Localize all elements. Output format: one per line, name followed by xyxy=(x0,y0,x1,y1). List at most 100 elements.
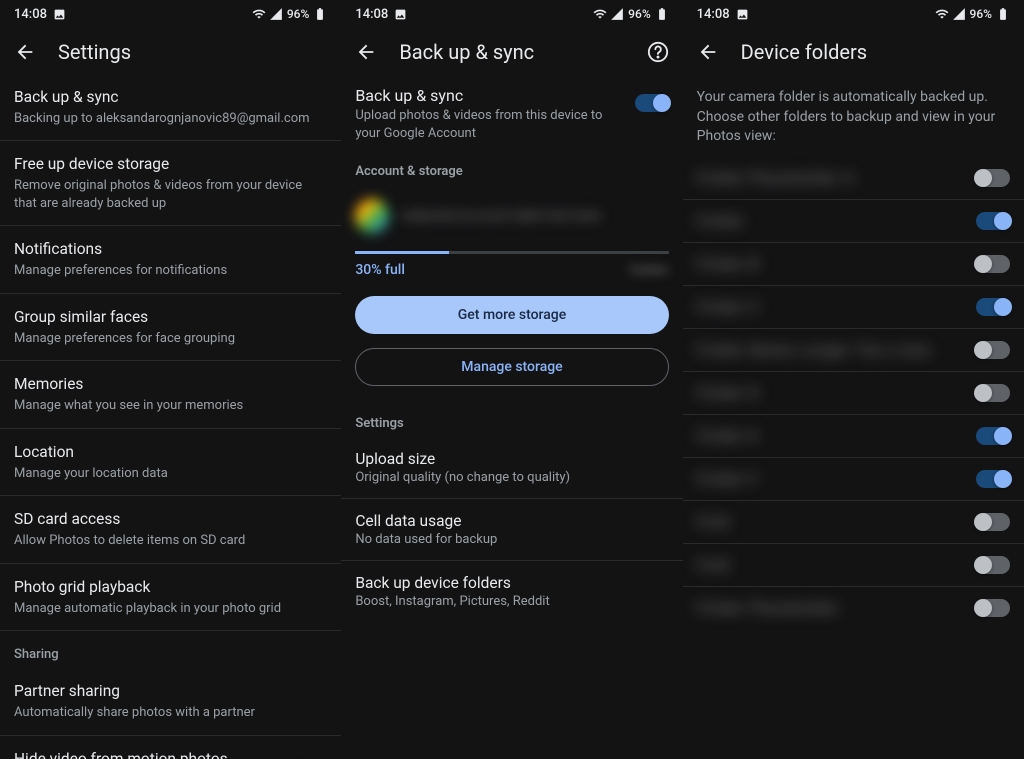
item-free-storage[interactable]: Free up device storage Remove original p… xyxy=(0,141,341,226)
folder-name: Folder Placeholder xyxy=(697,599,840,617)
item-hide-video[interactable]: Hide video from motion photos Other peop… xyxy=(0,736,341,759)
folder-toggle[interactable] xyxy=(976,298,1010,316)
main-title: Back up & sync xyxy=(355,86,622,105)
help-icon[interactable] xyxy=(647,41,669,63)
wifi-icon xyxy=(252,7,266,21)
back-icon[interactable] xyxy=(14,41,36,63)
status-bar: 14:08 96% xyxy=(0,0,341,26)
manage-storage-button[interactable]: Manage storage xyxy=(355,348,668,386)
section-account-storage: Account & storage xyxy=(341,156,682,185)
folder-toggle[interactable] xyxy=(976,341,1010,359)
battery-pct: 96% xyxy=(970,7,992,21)
account-label: redacted account label text here xyxy=(401,208,600,224)
folder-toggle[interactable] xyxy=(976,556,1010,574)
picture-icon xyxy=(394,8,407,21)
folder-toggle[interactable] xyxy=(976,384,1010,402)
back-icon[interactable] xyxy=(355,41,377,63)
picture-icon xyxy=(53,8,66,21)
screen-settings: 14:08 96% Settings Back up & sync Backin… xyxy=(0,0,341,759)
screen-device-folders: 14:08 96% Device folders Your camera fol… xyxy=(683,0,1024,759)
item-sd-card[interactable]: SD card access Allow Photos to delete it… xyxy=(0,496,341,563)
wifi-icon xyxy=(935,7,949,21)
folder-row[interactable]: Folder D xyxy=(683,372,1024,415)
item-location[interactable]: Location Manage your location data xyxy=(0,429,341,496)
folder-name: Folder Placeholder A xyxy=(697,169,855,187)
folder-row[interactable]: Folder F xyxy=(683,458,1024,501)
picture-icon xyxy=(736,8,749,21)
page-title: Device folders xyxy=(741,40,1010,64)
page-title: Settings xyxy=(58,40,327,64)
folder-toggle[interactable] xyxy=(976,470,1010,488)
folder-row[interactable]: Folder Name Longer Two Lines xyxy=(683,329,1024,372)
folder-row[interactable]: Folder B xyxy=(683,243,1024,286)
folder-name: Folder C xyxy=(697,298,760,316)
folder-name: Folder D xyxy=(697,384,760,402)
signal-icon xyxy=(269,7,283,21)
folder-row[interactable]: Folder E xyxy=(683,415,1024,458)
wifi-icon xyxy=(593,7,607,21)
folder-toggle[interactable] xyxy=(976,599,1010,617)
folder-row[interactable]: Folder xyxy=(683,200,1024,243)
item-partner-sharing[interactable]: Partner sharing Automatically share phot… xyxy=(0,668,341,735)
battery-icon xyxy=(313,7,327,21)
item-title: Back up & sync xyxy=(14,87,327,108)
item-grid-playback[interactable]: Photo grid playback Manage automatic pla… xyxy=(0,564,341,631)
item-notifications[interactable]: Notifications Manage preferences for not… xyxy=(0,226,341,293)
toggle-backup-sync[interactable] xyxy=(635,94,669,112)
settings-list: Back up & sync Backing up to aleksandaro… xyxy=(0,74,341,759)
status-time: 14:08 xyxy=(697,7,730,22)
app-bar: Back up & sync xyxy=(341,26,682,74)
folders-list: Folder Placeholder A Folder Folder B Folder… xyxy=(683,157,1024,759)
intro-text: Your camera folder is automatically back… xyxy=(683,74,1024,157)
folder-toggle[interactable] xyxy=(976,255,1010,273)
folder-row[interactable]: Folder Placeholder A xyxy=(683,157,1024,200)
folder-toggle[interactable] xyxy=(976,427,1010,445)
status-bar: 14:08 96% xyxy=(341,0,682,26)
status-bar: 14:08 96% xyxy=(683,0,1024,26)
backup-sync-main: Back up & sync Upload photos & videos fr… xyxy=(341,74,682,156)
folder-toggle[interactable] xyxy=(976,513,1010,531)
item-cell-data[interactable]: Cell data usage No data used for backup xyxy=(341,499,682,561)
signal-icon xyxy=(952,7,966,21)
folder-name: Fold xyxy=(697,556,730,574)
section-sharing: Sharing xyxy=(0,631,341,668)
screen-backup-sync: 14:08 96% Back up & sync Back up & sync … xyxy=(341,0,682,759)
folder-name: Folder B xyxy=(697,255,760,273)
status-time: 14:08 xyxy=(14,7,47,22)
folder-toggle[interactable] xyxy=(976,212,1010,230)
main-sub: Upload photos & videos from this device … xyxy=(355,107,622,142)
battery-icon xyxy=(655,7,669,21)
folder-row[interactable]: Folder Placeholder xyxy=(683,587,1024,629)
item-sub: Backing up to aleksandarognjanovic89@gma… xyxy=(14,110,327,128)
folder-row[interactable]: Fold xyxy=(683,501,1024,544)
folder-toggle[interactable] xyxy=(976,169,1010,187)
battery-pct: 96% xyxy=(628,7,650,21)
folder-row[interactable]: Folder C xyxy=(683,286,1024,329)
item-group-faces[interactable]: Group similar faces Manage preferences f… xyxy=(0,294,341,361)
avatar xyxy=(355,199,389,233)
folder-name: Folder xyxy=(697,212,745,230)
folder-name: Folder Name Longer Two Lines xyxy=(697,341,932,359)
status-time: 14:08 xyxy=(355,7,388,22)
item-backup-sync[interactable]: Back up & sync Backing up to aleksandaro… xyxy=(0,74,341,141)
page-title: Back up & sync xyxy=(399,40,624,64)
get-more-storage-button[interactable]: Get more storage xyxy=(355,296,668,334)
item-memories[interactable]: Memories Manage what you see in your mem… xyxy=(0,361,341,428)
back-icon[interactable] xyxy=(697,41,719,63)
account-row[interactable]: redacted account label text here xyxy=(341,185,682,247)
folder-name: Folder E xyxy=(697,427,759,445)
battery-icon xyxy=(996,7,1010,21)
folder-name: Fold xyxy=(697,513,730,531)
app-bar: Settings xyxy=(0,26,341,74)
signal-icon xyxy=(610,7,624,21)
item-backup-folders[interactable]: Back up device folders Boost, Instagram,… xyxy=(341,561,682,622)
battery-pct: 96% xyxy=(287,7,309,21)
app-bar: Device folders xyxy=(683,26,1024,74)
item-upload-size[interactable]: Upload size Original quality (no change … xyxy=(341,437,682,499)
section-settings: Settings xyxy=(341,396,682,437)
storage-row: 30% full hidden xyxy=(341,254,682,292)
storage-pct: 30% full xyxy=(355,262,405,278)
folder-name: Folder F xyxy=(697,470,759,488)
folder-row[interactable]: Fold xyxy=(683,544,1024,587)
storage-detail: hidden xyxy=(630,263,669,278)
